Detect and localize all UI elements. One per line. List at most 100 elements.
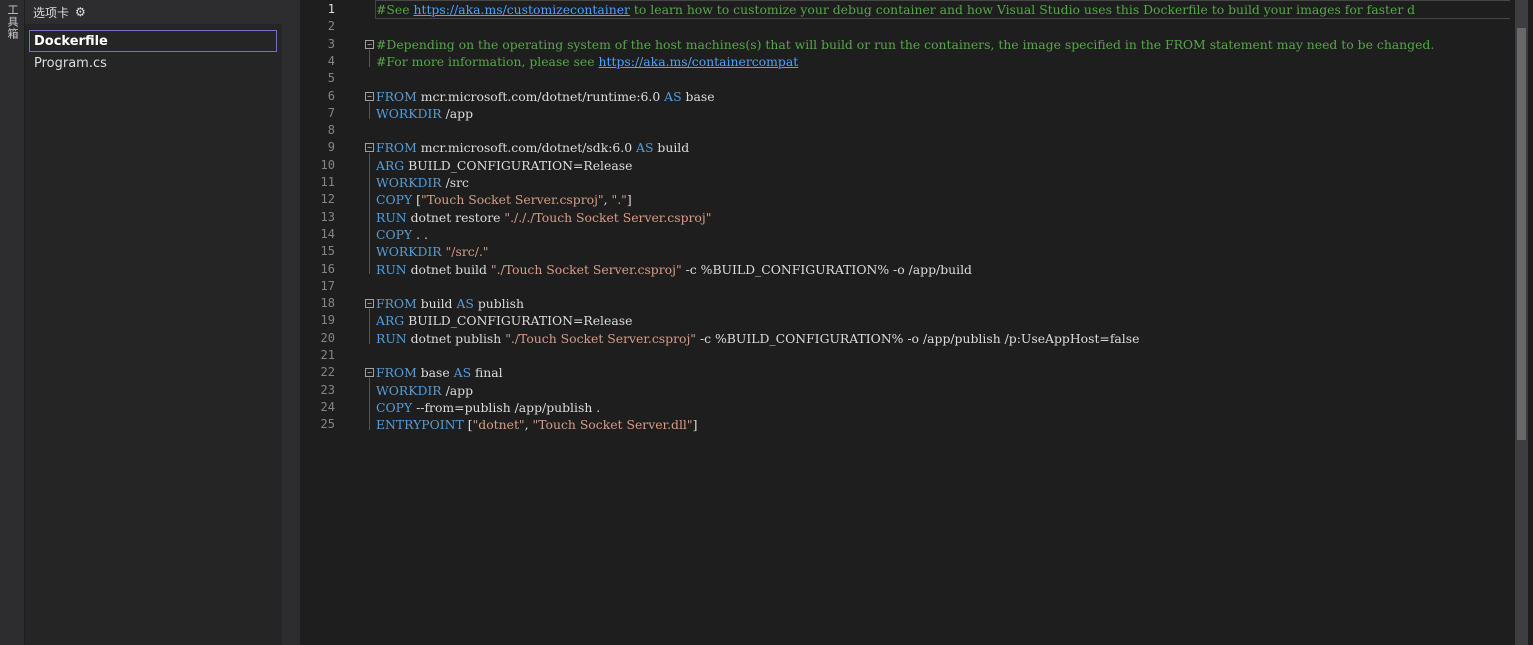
code-line[interactable]: WORKDIR /app: [376, 105, 473, 122]
code-token: -c %BUILD_CONFIGURATION% -o /app/publish…: [696, 330, 1140, 346]
code-token: AS: [664, 88, 682, 104]
line-number: 12: [320, 192, 335, 207]
code-line[interactable]: ARG BUILD_CONFIGURATION=Release: [376, 312, 632, 329]
code-token: FROM: [376, 365, 417, 381]
fold-guide-line: [369, 309, 370, 344]
code-line[interactable]: RUN dotnet publish "./Touch Socket Serve…: [376, 330, 1139, 347]
line-number: 23: [320, 382, 335, 397]
line-number: 11: [320, 175, 335, 189]
code-token: to learn how to customize your debug con…: [629, 2, 1416, 17]
tab-list-header: 选项卡 ⚙: [25, 0, 282, 24]
code-token: #Depending on the operating system of th…: [376, 36, 1435, 52]
line-number: 7: [327, 105, 335, 120]
code-line[interactable]: RUN dotnet restore "./././Touch Socket S…: [376, 209, 711, 226]
code-line[interactable]: COPY . .: [376, 226, 428, 243]
code-token: dotnet restore: [406, 209, 505, 225]
line-number: 25: [320, 417, 335, 432]
fold-guide-line: [369, 101, 370, 119]
code-token: build: [416, 296, 457, 312]
code-line[interactable]: FROM base AS final: [376, 364, 503, 381]
code-hyperlink[interactable]: https://aka.ms/containercompat: [599, 54, 799, 69]
toolbox-strip[interactable]: 工具箱: [0, 0, 25, 645]
fold-toggle-icon[interactable]: −: [365, 368, 374, 378]
code-token: RUN: [376, 209, 407, 225]
panel-splitter[interactable]: [282, 0, 300, 645]
code-token: AS: [636, 140, 654, 156]
line-number: 24: [320, 399, 335, 414]
fold-guide-line: [369, 49, 370, 67]
code-line[interactable]: COPY --from=publish /app/publish .: [376, 399, 600, 416]
code-token: "./././Touch Socket Server.csproj": [504, 209, 712, 225]
code-token: ".": [611, 192, 627, 208]
line-number: 19: [320, 313, 335, 328]
code-token: #See: [376, 2, 414, 17]
code-editor[interactable]: 1 2 3 4 5 6 7 8 9 10 11 12 13 14 15 16 17 18 19 20 21 22 23 24 2…: [300, 0, 1510, 645]
fold-toggle-icon[interactable]: −: [365, 143, 374, 153]
code-line[interactable]: WORKDIR /app: [376, 382, 473, 399]
code-token: -c %BUILD_CONFIGURATION% -o /app/build: [681, 261, 972, 277]
code-line[interactable]: FROM mcr.microsoft.com/dotnet/runtime:6.…: [376, 88, 715, 105]
code-line[interactable]: FROM mcr.microsoft.com/dotnet/sdk:6.0 AS…: [376, 139, 689, 156]
code-token: FROM: [376, 88, 417, 104]
code-token: BUILD_CONFIGURATION=Release: [404, 313, 633, 329]
code-token: ,: [603, 192, 612, 208]
fold-toggle-icon[interactable]: −: [365, 299, 374, 309]
code-token: "Touch Socket Server.dll": [532, 417, 693, 433]
line-number: 2: [327, 19, 335, 34]
fold-toggle-icon[interactable]: −: [365, 91, 374, 101]
line-number: 13: [320, 209, 335, 224]
code-token: /app: [441, 105, 474, 121]
fold-toggle-icon[interactable]: −: [365, 39, 374, 49]
tab-item-program-cs[interactable]: Program.cs: [29, 52, 277, 74]
code-token: FROM: [376, 140, 417, 156]
code-token: ARG: [376, 313, 405, 329]
tab-item-label: Dockerfile: [34, 33, 108, 49]
code-token: build: [653, 140, 690, 156]
line-number: 8: [327, 123, 335, 138]
toolbox-label[interactable]: 工具箱: [4, 4, 20, 40]
vertical-scrollbar[interactable]: [1510, 0, 1533, 645]
code-hyperlink[interactable]: https://aka.ms/customizecontainer: [413, 2, 630, 17]
code-token: dotnet build: [406, 261, 491, 277]
line-number: 18: [320, 296, 335, 311]
gear-icon[interactable]: ⚙: [75, 5, 86, 19]
code-token: . .: [412, 226, 428, 242]
code-line[interactable]: ENTRYPOINT ["dotnet", "Touch Socket Serv…: [376, 416, 697, 433]
code-token: "dotnet": [472, 417, 525, 433]
code-token: dotnet publish: [406, 330, 506, 346]
code-token: /src: [441, 175, 469, 190]
line-number: 17: [320, 278, 335, 293]
code-token: mcr.microsoft.com/dotnet/sdk:6.0: [416, 140, 637, 156]
code-token: WORKDIR: [376, 244, 442, 260]
code-token: WORKDIR: [376, 175, 442, 190]
line-number: 3: [327, 36, 335, 51]
code-token: "./Touch Socket Server.csproj": [490, 261, 682, 277]
code-token: AS: [453, 365, 472, 381]
code-token: --from=publish /app/publish .: [412, 399, 601, 415]
line-number: 10: [320, 157, 335, 172]
code-line[interactable]: ARG BUILD_CONFIGURATION=Release: [376, 157, 632, 174]
code-line[interactable]: WORKDIR "/src/.": [376, 243, 489, 260]
code-line[interactable]: #Depending on the operating system of th…: [376, 36, 1434, 53]
line-number: 21: [320, 348, 335, 362]
code-line[interactable]: RUN dotnet build "./Touch Socket Server.…: [376, 261, 972, 278]
code-line[interactable]: WORKDIR /src: [376, 174, 469, 191]
tab-item-dockerfile[interactable]: Dockerfile: [29, 30, 277, 52]
scrollbar-thumb[interactable]: [1517, 28, 1526, 440]
code-token: ]: [692, 417, 698, 433]
line-number: 16: [320, 261, 335, 276]
code-token: RUN: [376, 261, 407, 277]
code-token: final: [471, 365, 503, 381]
tab-list-title: 选项卡: [33, 5, 70, 20]
line-number: 6: [327, 88, 335, 103]
code-token: COPY: [376, 226, 413, 242]
code-line[interactable]: #For more information, please see https:…: [376, 53, 798, 70]
code-line[interactable]: #See https://aka.ms/customizecontainer t…: [375, 0, 1510, 19]
code-token: FROM: [376, 296, 417, 312]
code-token: COPY: [376, 399, 413, 415]
line-number-gutter: 1 2 3 4 5 6 7 8 9 10 11 12 13 14 15 16 17 18 19 20 21 22 23 24 2…: [300, 0, 340, 645]
code-line[interactable]: FROM build AS publish: [376, 295, 524, 312]
code-token: "Touch Socket Server.csproj": [420, 192, 604, 208]
code-area[interactable]: #See https://aka.ms/customizecontainer t…: [375, 0, 1510, 645]
code-line[interactable]: COPY ["Touch Socket Server.csproj", "."]: [376, 191, 632, 208]
